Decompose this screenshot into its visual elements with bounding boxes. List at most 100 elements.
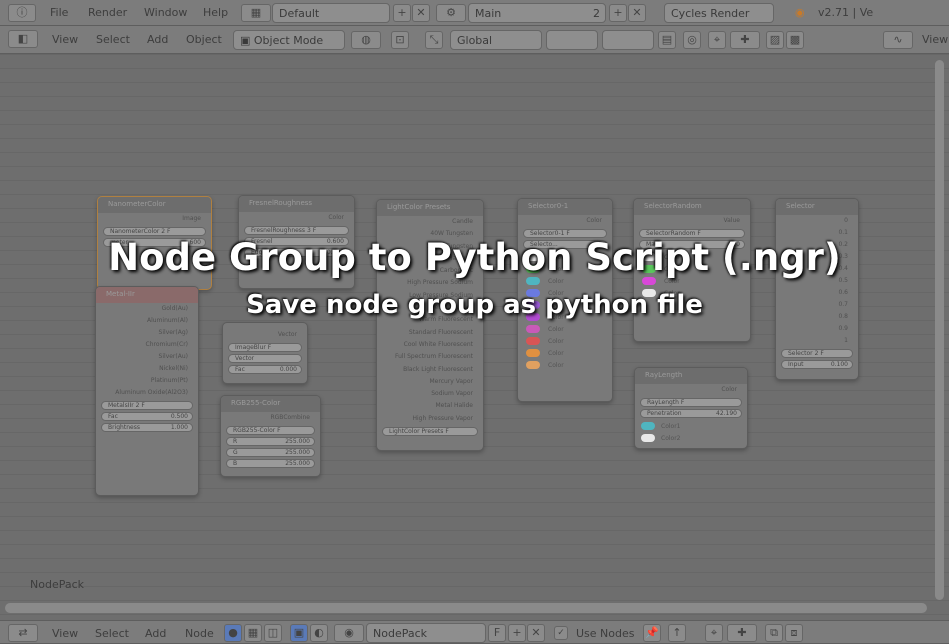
lock-layer-icon[interactable]: ▤	[658, 31, 676, 49]
color1-swatch[interactable]	[641, 422, 655, 430]
node-selector[interactable]: Selector 0 0.1 0.2 0.3 0.4 0.5 0.6 0.7 0.8 0.9 1 S…	[775, 198, 859, 380]
node-input-r[interactable]: R 255.000	[226, 437, 315, 446]
fake-user-button[interactable]: F	[488, 624, 506, 642]
snap-element-icon[interactable]: ✚	[727, 624, 757, 642]
color-swatch[interactable]	[526, 361, 540, 369]
manipulator-icon[interactable]: ⤡	[425, 31, 443, 49]
add-layout-button[interactable]: +	[393, 4, 411, 22]
remove-tree-button[interactable]: ✕	[527, 624, 545, 642]
node-group-field[interactable]: NanometerColor 2 F	[103, 227, 206, 236]
world-shader-icon[interactable]: ◐	[310, 624, 328, 642]
node-output: Chromium(Cr)	[145, 341, 189, 348]
node-input-input[interactable]: Input 0.100	[781, 360, 853, 369]
layout-selector[interactable]: Default	[272, 3, 390, 23]
layers-grid-left[interactable]	[546, 30, 598, 50]
view3d-header: ◧ View Select Add Object ▣ Object Mode ◍…	[0, 26, 949, 54]
menu-select[interactable]: Select	[95, 627, 129, 640]
editor-type-button[interactable]: ⓘ	[8, 4, 36, 22]
object-shader-icon[interactable]: ▣	[290, 624, 308, 642]
render-engine-select[interactable]: Cycles Render	[664, 3, 774, 23]
snap-target-icon[interactable]: ✚	[730, 31, 760, 49]
cube-editor-icon[interactable]: ◧	[8, 30, 38, 48]
node-raylength[interactable]: RayLength Color RayLength F Penetration 4…	[634, 367, 748, 449]
right-view-menu[interactable]: View	[922, 33, 948, 46]
color-swatch-label: Color	[548, 325, 564, 333]
menu-render[interactable]: Render	[88, 6, 127, 19]
node-output: Silver(Ag)	[158, 329, 188, 336]
node-title: SelectorRandom	[634, 199, 750, 215]
shading-icon[interactable]: ◍	[351, 31, 381, 49]
node-input-g[interactable]: G 255.000	[226, 448, 315, 457]
node-output: 1	[844, 337, 848, 344]
texture-nodes-icon[interactable]: ▦	[244, 624, 262, 642]
node-output: Color	[721, 386, 737, 393]
use-nodes-label: Use Nodes	[576, 627, 635, 640]
vertical-scrollbar[interactable]	[935, 60, 944, 600]
menu-add[interactable]: Add	[145, 627, 166, 640]
node-vector-select[interactable]: Vector	[228, 354, 302, 363]
node-input-b[interactable]: B 255.000	[226, 459, 315, 468]
node-tree-browse-icon[interactable]: ◉	[334, 624, 364, 642]
overlay-title: Node Group to Python Script (.ngr)	[108, 236, 841, 279]
node-output: Black Light Fluorescent	[403, 365, 473, 373]
menu-view[interactable]: View	[52, 627, 78, 640]
parent-tree-icon[interactable]: ↑	[668, 624, 686, 642]
snap-icon[interactable]: ⌖	[705, 624, 723, 642]
color-swatch-label: Color	[548, 337, 564, 345]
node-input-fac[interactable]: Fac 0.500	[101, 412, 193, 421]
node-group-field[interactable]: FresnelRoughness 3 F	[244, 226, 349, 235]
node-editor-canvas[interactable]: NanometerColor Image NanometerColor 2 F …	[0, 54, 949, 620]
paste-nodes-icon[interactable]: ⧈	[785, 624, 803, 642]
layout-icon[interactable]: ▦	[241, 4, 271, 22]
color-swatch[interactable]	[526, 325, 540, 333]
node-editor-type-icon[interactable]: ⇄	[8, 624, 38, 642]
render-anim-icon[interactable]: ▩	[786, 31, 804, 49]
copy-nodes-icon[interactable]: ⧉	[765, 624, 783, 642]
menu-view[interactable]: View	[52, 33, 78, 46]
node-input-fac[interactable]: Fac 0.000	[228, 365, 302, 374]
mode-select[interactable]: ▣ Object Mode	[233, 30, 345, 50]
color-swatch[interactable]	[526, 337, 540, 345]
shader-nodes-icon[interactable]: ●	[224, 624, 242, 642]
node-rgb255-color[interactable]: RGB255-Color RGBCombine RGB255-Color F R…	[220, 395, 321, 477]
snap-toggle-icon[interactable]: ⌖	[708, 31, 726, 49]
pin-icon[interactable]: 📌	[643, 624, 661, 642]
menu-window[interactable]: Window	[144, 6, 187, 19]
orientation-select[interactable]: Global	[450, 30, 542, 50]
scene-selector[interactable]: Main 2	[468, 3, 606, 23]
node-group-field[interactable]: LightColor Presets F	[382, 427, 478, 437]
node-image-blur[interactable]: Vector ImageBlur F Vector Fac 0.000	[222, 322, 308, 384]
remove-scene-button[interactable]: ✕	[628, 4, 646, 22]
color-swatch[interactable]	[526, 349, 540, 357]
menu-node[interactable]: Node	[185, 627, 214, 640]
layers-grid-right[interactable]	[602, 30, 654, 50]
menu-add[interactable]: Add	[147, 33, 168, 46]
node-output: Standard Fluorescent	[408, 328, 473, 336]
node-input-penetration[interactable]: Penetration 42.190	[640, 409, 742, 418]
use-nodes-checkbox[interactable]: ✓	[554, 626, 568, 640]
add-tree-button[interactable]: +	[508, 624, 526, 642]
menu-object[interactable]: Object	[186, 33, 222, 46]
remove-layout-button[interactable]: ✕	[412, 4, 430, 22]
node-output: Silver(Au)	[158, 353, 188, 360]
node-group-field[interactable]: MetalsIIr 2 F	[101, 401, 193, 410]
color2-swatch[interactable]	[641, 434, 655, 442]
node-output-list: 0 0.1 0.2 0.3 0.4 0.5 0.6 0.7 0.8 0.9 1	[776, 215, 858, 347]
horizontal-scrollbar[interactable]	[5, 603, 927, 613]
pivot-icon[interactable]: ⊡	[391, 31, 409, 49]
node-input-brightness[interactable]: Brightness 1.000	[101, 423, 193, 432]
node-tree-name[interactable]: NodePack	[366, 623, 486, 643]
render-still-icon[interactable]: ▨	[766, 31, 784, 49]
menu-help[interactable]: Help	[203, 6, 228, 19]
node-group-field[interactable]: RayLength F	[640, 398, 742, 407]
scene-icon[interactable]: ⚙	[436, 4, 466, 22]
menu-select[interactable]: Select	[96, 33, 130, 46]
menu-file[interactable]: File	[50, 6, 68, 19]
node-group-field[interactable]: ImageBlur F	[228, 343, 302, 352]
add-scene-button[interactable]: +	[609, 4, 627, 22]
proportional-edit-icon[interactable]: ◎	[683, 31, 701, 49]
node-group-field[interactable]: RGB255-Color F	[226, 426, 315, 435]
compositor-nodes-icon[interactable]: ◫	[264, 624, 282, 642]
graph-editor-icon[interactable]: ∿	[883, 31, 913, 49]
node-group-field[interactable]: Selector 2 F	[781, 349, 853, 358]
